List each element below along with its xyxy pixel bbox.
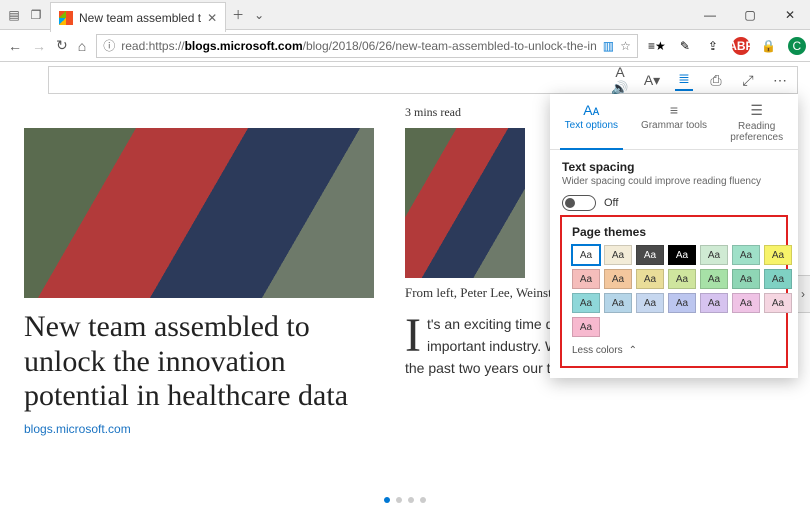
title-bar: ▤ ❐ New team assembled t ✕ ＋ ⌄ — ▢ ✕ (0, 0, 810, 30)
preferences-tab-icon: ☰ (719, 102, 794, 119)
notes-icon[interactable]: ✎ (676, 37, 694, 55)
article-headline: New team assembled to unlock the innovat… (24, 310, 374, 414)
url-field[interactable]: ⓘ read:https://blogs.microsoft.com/blog/… (96, 34, 638, 58)
text-options-icon[interactable]: ≣ (675, 70, 693, 91)
page-dot[interactable] (384, 497, 390, 503)
article-left-column: New team assembled to unlock the innovat… (24, 128, 374, 436)
theme-swatch[interactable]: Aa (668, 269, 696, 289)
tab-favicon (59, 11, 73, 25)
theme-swatch[interactable]: Aa (572, 317, 600, 337)
themes-grid: AaAaAaAaAaAaAaAaAaAaAaAaAaAaAaAaAaAaAaAa… (572, 245, 776, 337)
extension-abp-icon[interactable]: ABP (732, 37, 750, 55)
theme-swatch[interactable]: Aa (604, 293, 632, 313)
read-time: 3 mins read (405, 105, 461, 120)
drop-cap: I (405, 314, 427, 357)
print-icon[interactable]: ⎙ (707, 72, 725, 89)
page-dot[interactable] (396, 497, 402, 503)
tab-grammar-tools[interactable]: ≡ Grammar tools (633, 94, 716, 149)
theme-swatch[interactable]: Aa (668, 293, 696, 313)
theme-swatch[interactable]: Aa (700, 269, 728, 289)
theme-swatch[interactable]: Aa (636, 293, 664, 313)
theme-swatch[interactable]: Aa (700, 245, 728, 265)
text-spacing-heading: Text spacing (562, 160, 786, 174)
theme-swatch[interactable]: Aa (668, 245, 696, 265)
tab-title: New team assembled t (79, 11, 201, 25)
theme-swatch[interactable]: Aa (572, 269, 600, 289)
url-text: read:https://blogs.microsoft.com/blog/20… (121, 39, 597, 53)
article-secondary-image (405, 128, 525, 278)
grammar-tab-icon: ≡ (637, 102, 712, 118)
theme-swatch[interactable]: Aa (764, 245, 792, 265)
theme-swatch[interactable]: Aa (764, 269, 792, 289)
tab-close-icon[interactable]: ✕ (207, 11, 217, 25)
toggle-state-label: Off (604, 197, 618, 209)
refresh-button[interactable]: ↻ (56, 37, 68, 54)
theme-swatch[interactable]: Aa (572, 293, 600, 313)
toolbar-more-icon[interactable]: ⋯ (771, 72, 789, 89)
address-bar: ← → ↻ ⌂ ⓘ read:https://blogs.microsoft.c… (0, 30, 810, 62)
theme-swatch[interactable]: Aa (604, 269, 632, 289)
theme-swatch[interactable]: Aa (604, 245, 632, 265)
new-tab-button[interactable]: ＋ (232, 6, 244, 23)
page-indicator (384, 497, 426, 503)
article-hero-image (24, 128, 374, 298)
tab-label: Reading preferences (730, 121, 783, 143)
tab-reading-preferences[interactable]: ☰ Reading preferences (715, 94, 798, 149)
window-minimize-button[interactable]: — (690, 0, 730, 29)
sidebar-icon[interactable]: ▤ (6, 7, 22, 23)
reading-list-icon[interactable]: ≡★ (648, 37, 666, 55)
chevron-up-icon: ⌃ (629, 345, 637, 356)
theme-swatch[interactable]: Aa (732, 245, 760, 265)
text-size-icon[interactable]: A▾ (643, 72, 661, 89)
tab-label: Grammar tools (641, 120, 707, 131)
theme-swatch[interactable]: Aa (732, 293, 760, 313)
browser-tab[interactable]: New team assembled t ✕ (50, 2, 226, 32)
site-info-icon[interactable]: ⓘ (103, 37, 115, 54)
theme-swatch[interactable]: Aa (636, 269, 664, 289)
less-colors-label: Less colors (572, 345, 623, 356)
reading-options-panel: Aᴀ Text options ≡ Grammar tools ☰ Readin… (550, 94, 798, 378)
window-close-button[interactable]: ✕ (770, 0, 810, 29)
favorite-icon[interactable]: ☆ (620, 39, 631, 53)
page-themes-heading: Page themes (572, 225, 776, 239)
page-dot[interactable] (420, 497, 426, 503)
theme-swatch[interactable]: Aa (572, 245, 600, 265)
back-button[interactable]: ← (8, 38, 22, 54)
share-icon[interactable]: ⇪ (704, 37, 722, 55)
reading-view-icon[interactable]: ▥ (603, 39, 614, 53)
theme-swatch[interactable]: Aa (700, 293, 728, 313)
text-spacing-subtitle: Wider spacing could improve reading flue… (562, 176, 786, 187)
theme-swatch[interactable]: Aa (732, 269, 760, 289)
theme-swatch[interactable]: Aa (636, 245, 664, 265)
tab-text-options[interactable]: Aᴀ Text options (550, 94, 633, 149)
forward-button[interactable]: → (32, 38, 46, 54)
extension-grammarly-icon[interactable]: C (788, 37, 806, 55)
tabs-icon[interactable]: ❐ (28, 7, 44, 23)
panel-tabs: Aᴀ Text options ≡ Grammar tools ☰ Readin… (550, 94, 798, 150)
text-spacing-toggle[interactable] (562, 195, 596, 211)
text-options-tab-icon: Aᴀ (554, 102, 629, 118)
page-dot[interactable] (408, 497, 414, 503)
reading-toolbar: A🔊 A▾ ≣ ⎙ ⤢ ⋯ (48, 66, 798, 94)
extension-lock-icon[interactable]: 🔒 (760, 37, 778, 55)
window-maximize-button[interactable]: ▢ (730, 0, 770, 29)
read-aloud-icon[interactable]: A🔊 (611, 64, 629, 97)
tab-label: Text options (565, 120, 618, 131)
theme-swatch[interactable]: Aa (764, 293, 792, 313)
tab-dropdown-icon[interactable]: ⌄ (254, 8, 264, 22)
article-source[interactable]: blogs.microsoft.com (24, 422, 374, 436)
less-colors-toggle[interactable]: Less colors ⌃ (572, 345, 776, 356)
home-button[interactable]: ⌂ (78, 38, 86, 54)
page-themes-section: Page themes AaAaAaAaAaAaAaAaAaAaAaAaAaAa… (560, 215, 788, 368)
fullscreen-icon[interactable]: ⤢ (739, 72, 757, 89)
